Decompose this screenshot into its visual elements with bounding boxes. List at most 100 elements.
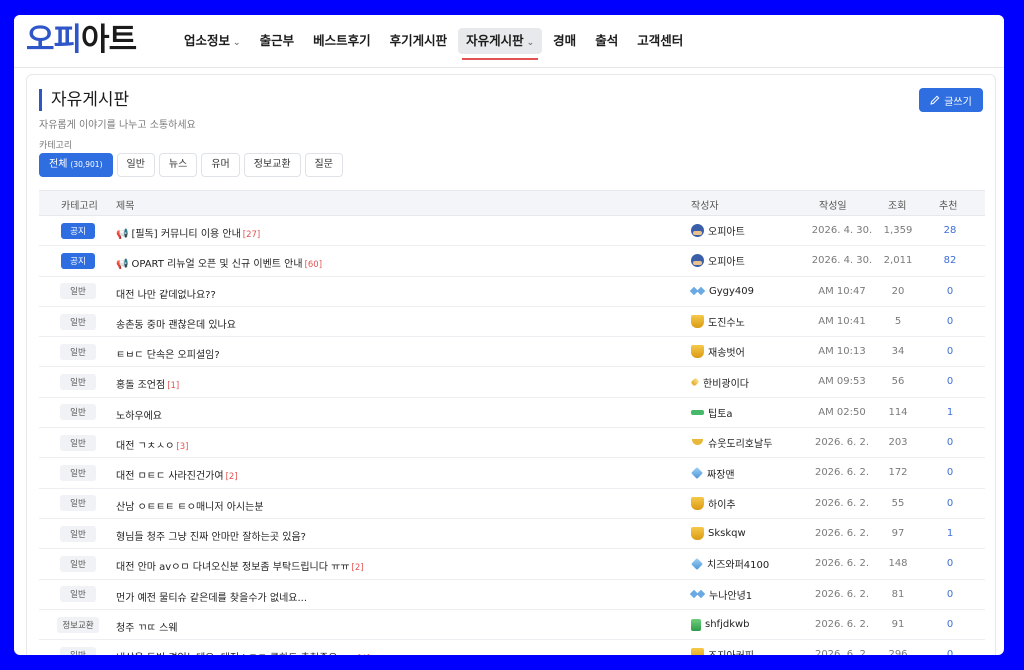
category-count: (30,901) xyxy=(70,160,103,169)
write-post-label: 글쓰기 xyxy=(944,96,972,108)
post-author[interactable]: 오피아트 xyxy=(691,246,745,275)
nav-item-0[interactable]: 업소정보 ⌄ xyxy=(176,28,249,54)
post-recommend: 0 xyxy=(946,558,954,570)
post-author[interactable]: shfjdkwb xyxy=(691,610,750,639)
post-views: 5 xyxy=(894,315,902,327)
post-title-link[interactable]: 대전 안마 avㅇㅁ 다녀오신분 정보좀 부탁드립니다 ㅠㅠ [2] xyxy=(116,558,364,573)
logo-part-1: 오피 xyxy=(26,22,82,58)
post-title-link[interactable]: 내상을 두번 겪었는데요..대전ㅎㄱㅌ 쿡하드 추천좀요ㅠㅠ[4] xyxy=(116,649,370,655)
post-title-link[interactable]: 대전 ㄱㅊㅅㅇ [3] xyxy=(116,437,188,452)
post-author[interactable]: 치즈와퍼4100 xyxy=(691,549,769,578)
nav-item-4[interactable]: 자유게시판 ⌄ xyxy=(458,28,543,60)
table-row[interactable]: 일반 산남 ㅇㅌㅌㅌ ㅌㅇ매니저 아시는분 하이추 2026. 6. 2. 55 0 xyxy=(39,489,985,519)
post-author[interactable]: 짜장맨 xyxy=(691,458,735,487)
row-category-cell: 일반 xyxy=(39,580,117,609)
category-tab-3[interactable]: 유머 xyxy=(201,153,240,177)
level-badge-icon xyxy=(691,618,701,631)
post-views: 20 xyxy=(891,285,905,297)
post-author[interactable]: 한비광이다 xyxy=(690,367,749,396)
table-row[interactable]: 일반 대전 나만 같데없나요?? Gygy409 AM 10:47 20 0 xyxy=(39,277,985,307)
post-title-link[interactable]: 청주 ㄲㄸ 스웨 xyxy=(116,619,178,634)
post-title-link[interactable]: 산남 ㅇㅌㅌㅌ ㅌㅇ매니저 아시는분 xyxy=(116,498,264,513)
post-title-link[interactable]: 형님들 청주 그냥 진짜 안마만 잘하는곳 있음? xyxy=(116,528,306,543)
author-name: 팁토a xyxy=(708,408,733,420)
category-tab-4[interactable]: 정보교환 xyxy=(243,153,301,177)
post-author[interactable]: 누나안녕1 xyxy=(691,580,752,609)
post-author[interactable]: Gygy409 xyxy=(691,277,754,306)
author-name: 짜장맨 xyxy=(707,469,735,481)
category-tab-label: 뉴스 xyxy=(168,159,188,170)
post-title-link[interactable]: 📢 [필독] 커뮤니티 이용 안내 [27] xyxy=(116,225,260,240)
post-title-link[interactable]: 대전 나만 같데없나요?? xyxy=(116,286,216,301)
post-date: 2026. 6. 2. xyxy=(814,497,870,509)
post-author[interactable]: 팁토a xyxy=(691,398,733,427)
post-title-link[interactable]: ㅌㅂㄷ 단속은 오피셜임? xyxy=(116,346,220,361)
category-tab-0[interactable]: 전체 (30,901) xyxy=(39,153,113,177)
table-row[interactable]: 일반 대전 ㅁㅌㄷ 사라진건가여 [2] 짜장맨 2026. 6. 2. 172 0 xyxy=(39,458,985,489)
category-tab-1[interactable]: 일반 xyxy=(116,153,155,177)
post-title-text: 내상을 두번 겪었는데요..대전ㅎㄱㅌ 쿡하드 추천좀요ㅠㅠ xyxy=(116,653,356,655)
table-row[interactable]: 일반 대전 ㄱㅊㅅㅇ [3] 슈웃도리호날두 2026. 6. 2. 203 0 xyxy=(39,428,985,459)
post-recommend: 1 xyxy=(946,527,954,539)
post-date: AM 10:41 xyxy=(818,315,866,327)
post-title-link[interactable]: 송촌동 중마 괜찮은데 있나요 xyxy=(116,316,236,331)
megaphone-icon: 📢 xyxy=(116,259,129,271)
post-views: 2,011 xyxy=(883,255,913,267)
nav-item-1[interactable]: 출근부 xyxy=(252,28,303,54)
category-tab-5[interactable]: 질문 xyxy=(304,153,343,177)
post-date: AM 10:47 xyxy=(818,285,866,297)
nav-item-5[interactable]: 경매 xyxy=(545,28,584,54)
author-name: 누나안녕1 xyxy=(709,590,753,602)
category-badge: 일반 xyxy=(60,283,96,300)
post-title-link[interactable]: 📢 OPART 리뉴얼 오픈 및 신규 이벤트 안내 [60] xyxy=(116,255,322,270)
post-author[interactable]: 도진수노 xyxy=(691,307,745,336)
category-tab-label: 유머 xyxy=(211,159,230,170)
table-row[interactable]: 일반 홍돌 조언점 [1] 한비광이다 AM 09:53 56 0 xyxy=(39,367,985,398)
post-recommend: 0 xyxy=(946,497,954,509)
post-date: 2026. 6. 2. xyxy=(814,527,870,539)
row-category-cell: 일반 xyxy=(39,489,117,518)
table-row[interactable]: 정보교환 청주 ㄲㄸ 스웨 shfjdkwb 2026. 6. 2. 91 0 xyxy=(39,610,985,641)
post-author[interactable]: 하이추 xyxy=(691,489,736,518)
nav-item-6[interactable]: 출석 xyxy=(587,28,626,54)
site-logo[interactable]: 오피아트 xyxy=(26,21,137,59)
level-badge-icon xyxy=(691,467,703,479)
table-row[interactable]: 일반 ㅌㅂㄷ 단속은 오피셜임? 재송벗어 AM 10:13 34 0 xyxy=(39,337,985,368)
row-category-cell: 공지 xyxy=(39,246,117,275)
post-author[interactable]: 재송벗어 xyxy=(691,337,745,366)
post-author[interactable]: 슈웃도리호날두 xyxy=(691,428,772,457)
post-author[interactable]: 오피아트 xyxy=(691,216,745,245)
category-tab-2[interactable]: 뉴스 xyxy=(158,153,198,177)
post-title-link[interactable]: 홍돌 조언점 [1] xyxy=(116,376,179,391)
table-row[interactable]: 일반 노하우에요 팁토a AM 02:50 114 1 xyxy=(39,398,985,429)
post-author[interactable]: Skskqw xyxy=(691,519,746,548)
nav-item-2[interactable]: 베스트후기 xyxy=(305,28,379,54)
table-row[interactable]: 일반 송촌동 중마 괜찮은데 있나요 도진수노 AM 10:41 5 0 xyxy=(39,307,985,338)
table-row[interactable]: 일반 대전 안마 avㅇㅁ 다녀오신분 정보좀 부탁드립니다 ㅠㅠ [2] 치즈와퍼4… xyxy=(39,549,985,580)
post-views: 172 xyxy=(888,467,908,479)
author-name: 슈웃도리호날두 xyxy=(708,439,773,451)
table-row[interactable]: 일반 먼가 예전 물티슈 같은데를 찾을수가 없네요... 누나안녕1 2026. 6… xyxy=(39,580,985,610)
write-post-button[interactable]: 글쓰기 xyxy=(919,88,983,112)
post-date: 2026. 6. 2. xyxy=(814,467,870,479)
nav-item-3[interactable]: 후기게시판 xyxy=(382,28,456,54)
post-author[interactable]: 조지아커피 xyxy=(691,640,754,655)
row-category-cell: 일반 xyxy=(39,549,117,578)
table-row[interactable]: 공지 📢 OPART 리뉴얼 오픈 및 신규 이벤트 안내 [60] 오피아트 2026.… xyxy=(39,246,985,277)
level-badge-icon xyxy=(690,377,700,387)
category-tab-label: 정보교환 xyxy=(253,159,291,170)
header-author: 작성자 xyxy=(691,201,719,212)
nav-item-7[interactable]: 고객센터 xyxy=(629,28,691,54)
post-recommend: 0 xyxy=(946,588,954,600)
header-title: 제목 xyxy=(116,201,135,212)
post-title-link[interactable]: 먼가 예전 물티슈 같은데를 찾을수가 없네요... xyxy=(116,589,307,604)
post-title-link[interactable]: 노하우에요 xyxy=(116,407,162,422)
level-badge-icon xyxy=(691,527,704,541)
post-date: AM 09:53 xyxy=(818,376,866,388)
category-badge: 일반 xyxy=(60,343,96,360)
table-row[interactable]: 공지 📢 [필독] 커뮤니티 이용 안내 [27] 오피아트 2026. 4. 30. 1,… xyxy=(39,216,985,247)
table-row[interactable]: 일반 내상을 두번 겪었는데요..대전ㅎㄱㅌ 쿡하드 추천좀요ㅠㅠ[4] 조지아커피… xyxy=(39,640,985,655)
post-title-link[interactable]: 대전 ㅁㅌㄷ 사라진건가여 [2] xyxy=(116,467,238,482)
category-badge: 일반 xyxy=(60,646,96,655)
table-row[interactable]: 일반 형님들 청주 그냥 진짜 안마만 잘하는곳 있음? Skskqw 2026. 6… xyxy=(39,519,985,550)
